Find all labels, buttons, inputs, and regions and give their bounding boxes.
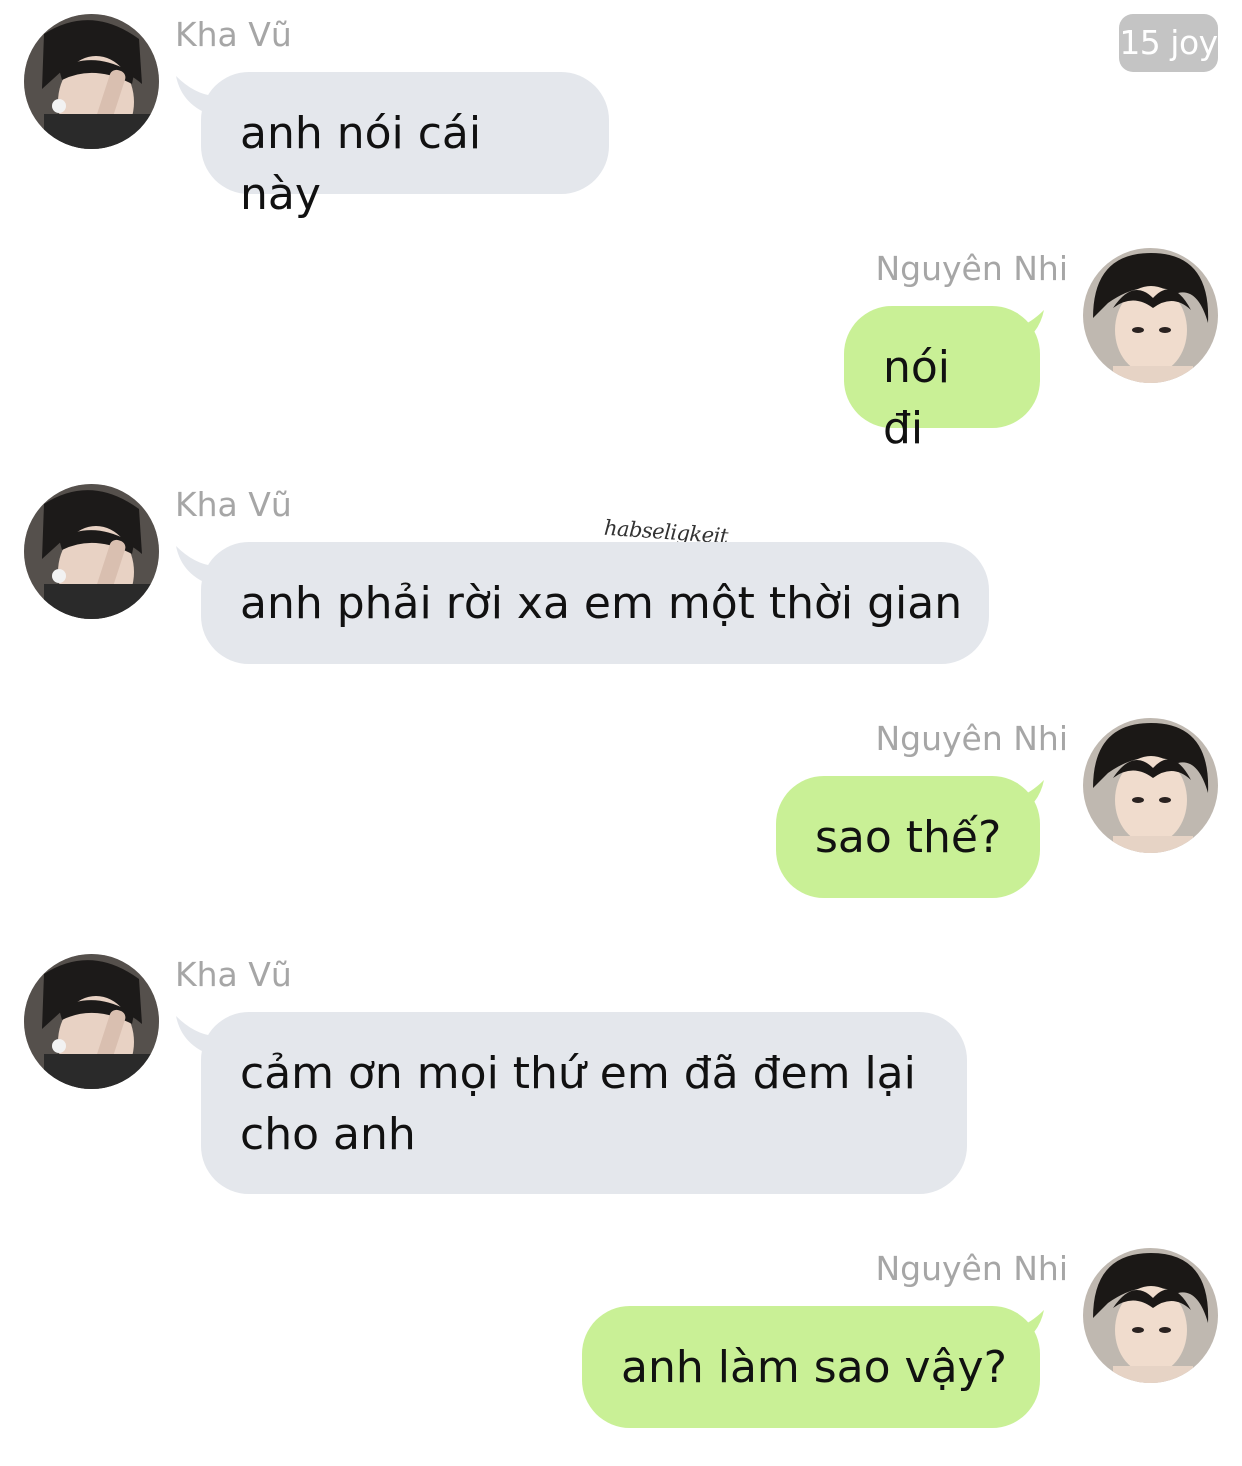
- avatar-photo-icon: [24, 484, 159, 619]
- avatar[interactable]: [1083, 718, 1218, 853]
- sender-name: Kha Vũ: [175, 485, 292, 524]
- avatar-photo-icon: [24, 954, 159, 1089]
- avatar[interactable]: [24, 954, 159, 1089]
- avatar-photo-icon: [1083, 248, 1218, 383]
- message-bubble[interactable]: cảm ơn mọi thứ em đã đem lại cho anh: [201, 1012, 967, 1194]
- sender-name: Nguyên Nhi: [875, 1249, 1068, 1288]
- message-bubble[interactable]: anh làm sao vậy?: [582, 1306, 1040, 1428]
- sender-name: Kha Vũ: [175, 15, 292, 54]
- message-bubble[interactable]: sao thế?: [776, 776, 1040, 898]
- sender-name: Kha Vũ: [175, 955, 292, 994]
- avatar[interactable]: [24, 14, 159, 149]
- avatar-photo-icon: [24, 14, 159, 149]
- message-bubble[interactable]: nói đi: [844, 306, 1040, 454]
- time-badge: 15 joy: [1119, 14, 1218, 72]
- avatar[interactable]: [1083, 248, 1218, 383]
- avatar[interactable]: [24, 484, 159, 619]
- sender-name: Nguyên Nhi: [875, 719, 1068, 758]
- avatar-photo-icon: [1083, 1248, 1218, 1383]
- avatar-photo-icon: [1083, 718, 1218, 853]
- message-bubble[interactable]: anh nói cái này: [201, 72, 609, 220]
- avatar[interactable]: [1083, 1248, 1218, 1383]
- message-bubble[interactable]: anh phải rời xa em một thời gian: [201, 542, 989, 664]
- sender-name: Nguyên Nhi: [875, 249, 1068, 288]
